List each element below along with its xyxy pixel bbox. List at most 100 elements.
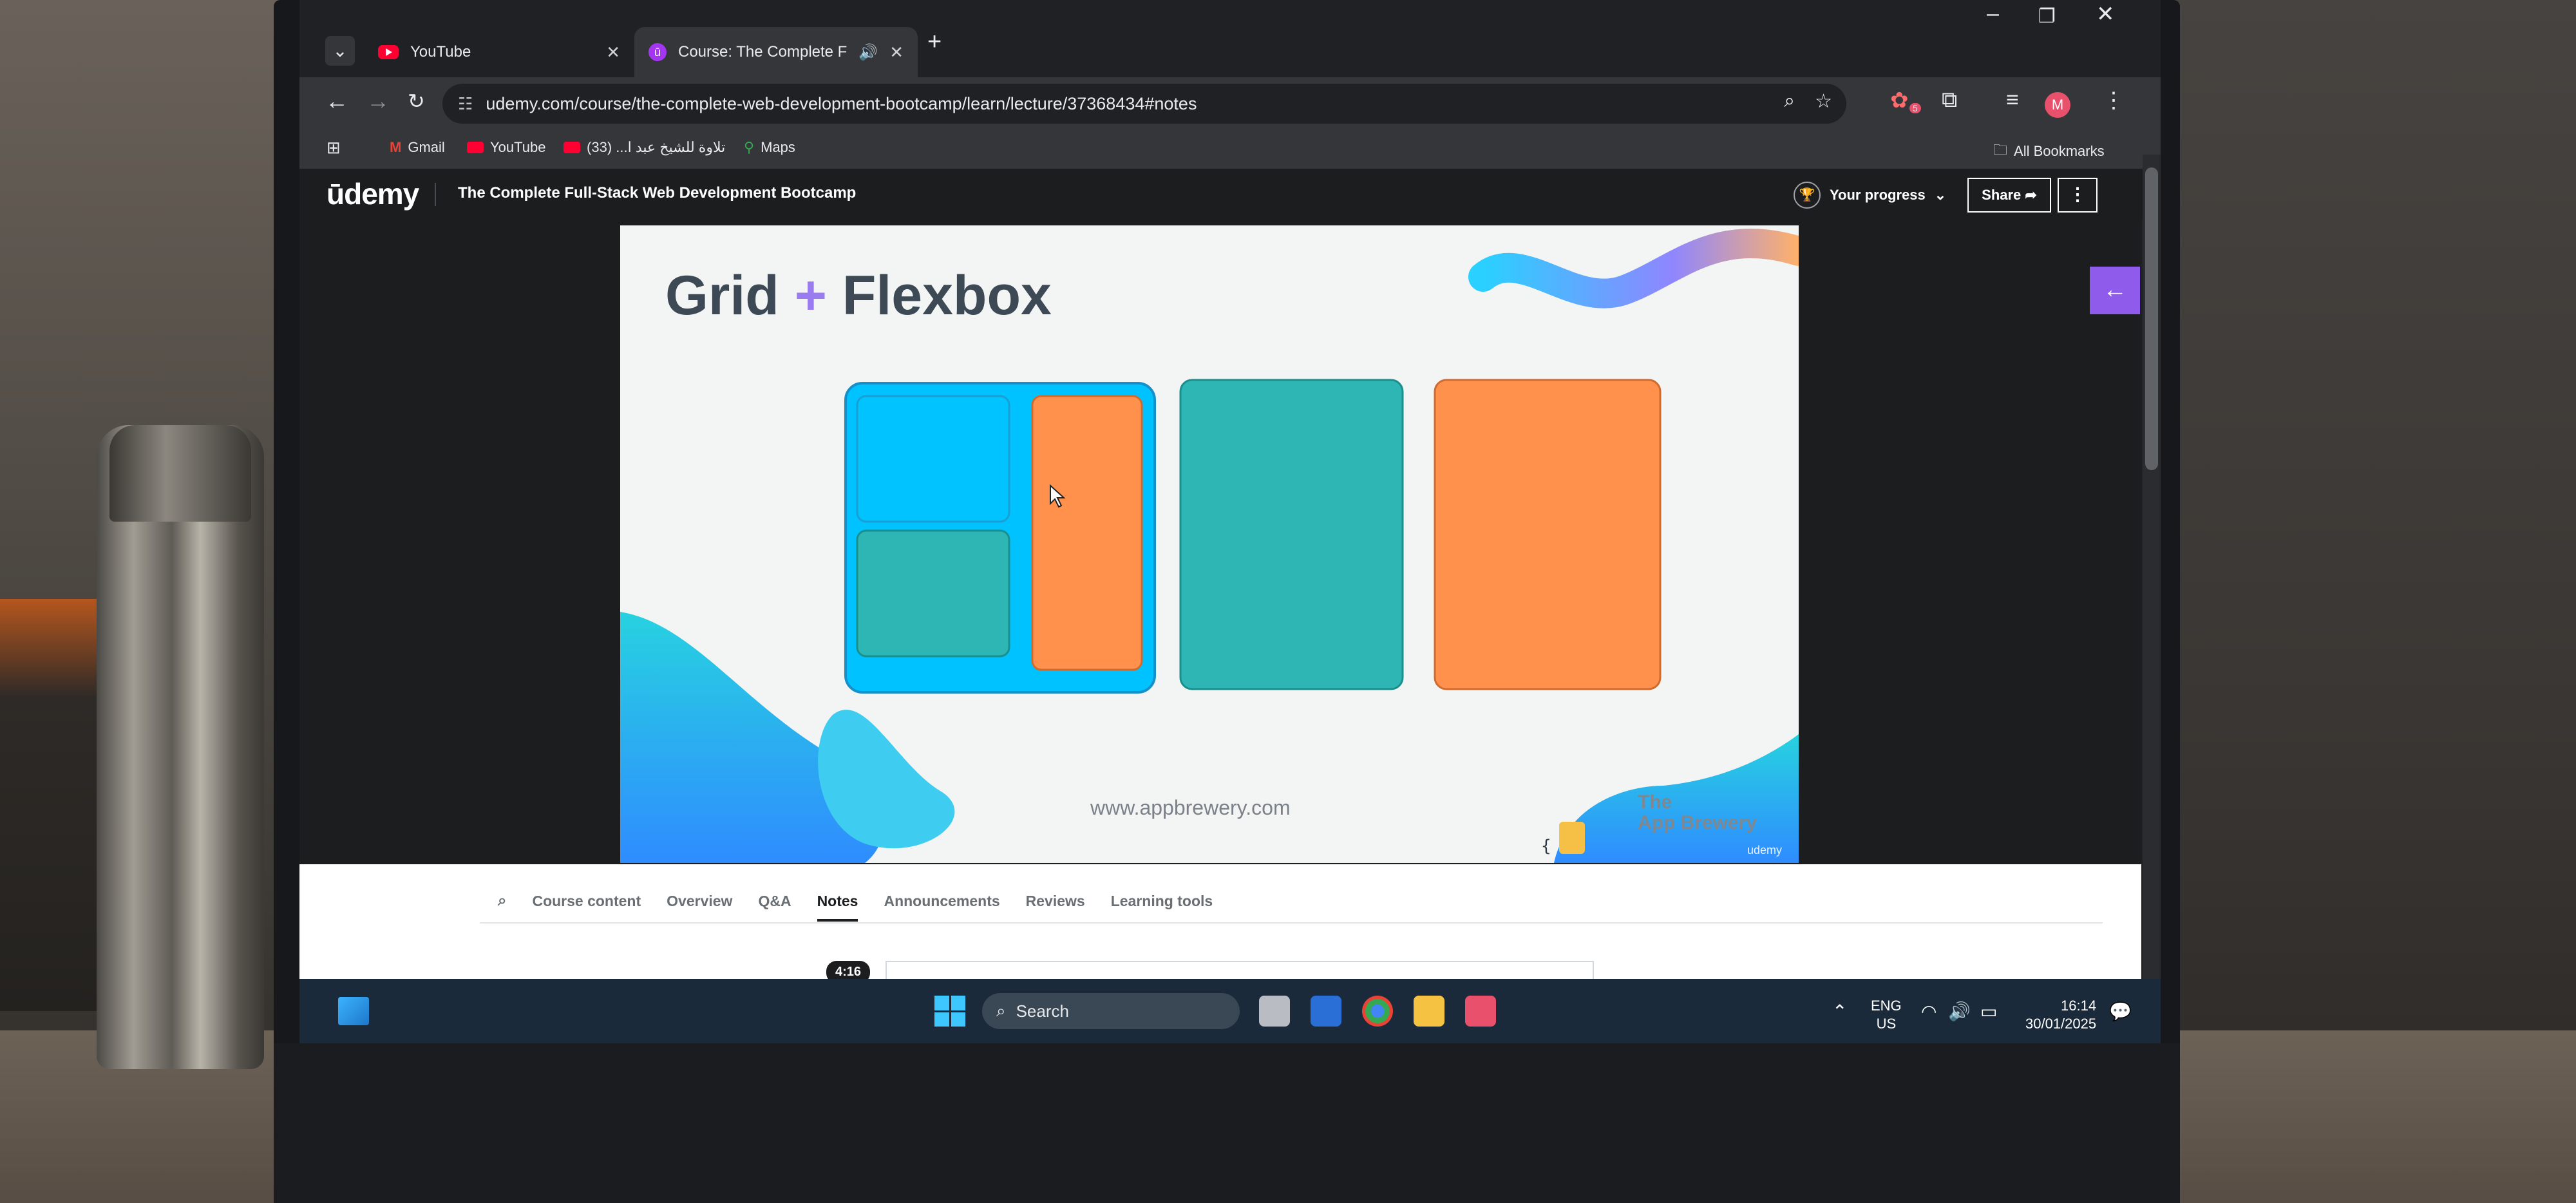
clock-date: 30/01/2025 bbox=[2025, 1016, 2097, 1032]
media-control-icon[interactable]: ≡ bbox=[2006, 88, 2019, 113]
all-bookmarks[interactable]: 🗀 All Bookmarks bbox=[1993, 139, 2105, 164]
slide-website: www.appbrewery.com bbox=[1090, 796, 1291, 819]
youtube-favicon-icon bbox=[378, 45, 399, 59]
address-text: udemy.com/course/the-complete-web-develo… bbox=[486, 93, 1197, 113]
restore-button[interactable]: ❐ bbox=[2038, 5, 2056, 28]
tab-course-content[interactable]: Course content bbox=[532, 893, 641, 910]
taskbar-search-label: Search bbox=[1016, 1001, 1069, 1021]
close-tab-icon[interactable]: ✕ bbox=[889, 43, 904, 62]
thermos-lid bbox=[109, 425, 251, 522]
tab-overview[interactable]: Overview bbox=[667, 893, 732, 910]
file-explorer-icon[interactable] bbox=[1414, 996, 1444, 1027]
wifi-icon[interactable]: ◠ bbox=[1921, 1001, 1937, 1022]
close-window-button[interactable]: ✕ bbox=[2096, 1, 2115, 27]
share-label: Share bbox=[1982, 187, 2022, 203]
room-background-right bbox=[2151, 0, 2576, 1203]
more-options-button[interactable]: ⋮ bbox=[2058, 178, 2098, 213]
scrollbar-thumb[interactable] bbox=[2145, 167, 2158, 470]
battery-icon[interactable]: ▭ bbox=[1980, 1001, 1997, 1022]
browser-tabstrip: ⌄ YouTube ✕ ū Course: The Complete Full-… bbox=[299, 0, 2161, 77]
brand-line2: App Brewery bbox=[1638, 812, 1757, 833]
tab-udemy-course[interactable]: ū Course: The Complete Full- 🔊 ✕ bbox=[634, 27, 918, 77]
extension-badge: 5 bbox=[1909, 103, 1921, 113]
header-divider bbox=[435, 183, 436, 206]
chrome-icon[interactable] bbox=[1362, 996, 1393, 1027]
bookmark-label: YouTube bbox=[490, 139, 546, 155]
udemy-logo[interactable]: ūdemy bbox=[327, 176, 419, 211]
youtube-icon bbox=[467, 142, 484, 153]
windows-start-icon[interactable] bbox=[934, 996, 965, 1027]
widgets-icon[interactable] bbox=[338, 997, 369, 1025]
collapse-sidebar-button[interactable]: ← bbox=[2090, 267, 2140, 314]
page-scrollbar[interactable] bbox=[2143, 155, 2161, 1043]
progress-dropdown[interactable]: 🏆 Your progress ⌄ bbox=[1794, 182, 1946, 209]
app-icon[interactable] bbox=[1311, 996, 1341, 1027]
tab-learning-tools[interactable]: Learning tools bbox=[1111, 893, 1213, 910]
bookmark-quran[interactable]: تلاوة للشيخ عبد ا... (33) bbox=[564, 139, 725, 156]
extension-icon[interactable]: ✿ bbox=[1890, 88, 1909, 113]
share-button[interactable]: Share ➦ bbox=[1967, 178, 2051, 213]
bookmark-maps[interactable]: ⚲ Maps bbox=[744, 139, 795, 156]
slide-title-flexbox: Flexbox bbox=[842, 265, 1052, 327]
brewery-glass-icon bbox=[1559, 822, 1585, 854]
app-icon[interactable] bbox=[1465, 996, 1496, 1027]
udemy-watermark: udemy bbox=[1747, 844, 1783, 857]
extensions-puzzle-icon[interactable]: ⧉ bbox=[1942, 88, 1957, 113]
app-brewery-logo: The App Brewery bbox=[1638, 792, 1757, 833]
tab-youtube[interactable]: YouTube ✕ bbox=[364, 27, 634, 77]
forward-button[interactable]: → bbox=[366, 88, 390, 115]
minimize-button[interactable]: – bbox=[1987, 1, 1999, 26]
zoom-icon[interactable]: ⌕ bbox=[1784, 90, 1795, 112]
taskbar-search[interactable]: ⌕ Search bbox=[982, 993, 1240, 1029]
new-tab-button[interactable]: + bbox=[927, 28, 942, 56]
bookmark-gmail[interactable]: M Gmail bbox=[390, 139, 445, 156]
bookmark-star-icon[interactable]: ☆ bbox=[1815, 90, 1832, 113]
language-indicator[interactable]: ENG US bbox=[1871, 997, 1902, 1033]
flex-item bbox=[1179, 379, 1404, 690]
tab-reviews[interactable]: Reviews bbox=[1026, 893, 1085, 910]
volume-icon[interactable]: 🔊 bbox=[1948, 1001, 1971, 1022]
tab-title: YouTube bbox=[410, 43, 471, 61]
background-object bbox=[0, 599, 103, 1011]
trophy-icon: 🏆 bbox=[1794, 182, 1821, 209]
address-bar[interactable]: ☷ udemy.com/course/the-complete-web-deve… bbox=[442, 84, 1846, 124]
gmail-icon: M bbox=[390, 139, 402, 155]
maps-pin-icon: ⚲ bbox=[744, 139, 755, 155]
tab-notes[interactable]: Notes bbox=[817, 881, 858, 922]
lecture-slide: { Grid + Flexbox www.appbrewery.com The … bbox=[620, 225, 1799, 863]
code-brace-icon: { bbox=[1541, 837, 1551, 856]
lang-line2: US bbox=[1876, 1016, 1897, 1032]
grid-cell bbox=[856, 529, 1010, 658]
slide-title-plus: + bbox=[794, 265, 827, 327]
bookmark-label: Maps bbox=[761, 139, 795, 155]
search-icon: ⌕ bbox=[996, 1001, 1006, 1020]
bookmark-label: تلاوة للشيخ عبد ا... (33) bbox=[587, 139, 726, 155]
back-button[interactable]: ← bbox=[325, 88, 348, 115]
clock[interactable]: 16:14 30/01/2025 bbox=[2025, 997, 2096, 1033]
close-tab-icon[interactable]: ✕ bbox=[606, 43, 620, 62]
laptop-screen: ⌄ YouTube ✕ ū Course: The Complete Full-… bbox=[299, 0, 2161, 1043]
flex-item bbox=[1434, 379, 1662, 690]
tab-search-button[interactable]: ⌄ bbox=[325, 36, 355, 66]
site-info-icon[interactable]: ☷ bbox=[458, 94, 473, 114]
lang-line1: ENG bbox=[1871, 998, 1902, 1014]
udemy-header: ūdemy The Complete Full-Stack Web Develo… bbox=[299, 169, 2161, 220]
profile-avatar[interactable]: M bbox=[2045, 90, 2070, 118]
notification-icon[interactable]: 💬 bbox=[2109, 1001, 2132, 1022]
udemy-favicon-icon: ū bbox=[649, 43, 667, 61]
audio-playing-icon[interactable]: 🔊 bbox=[858, 43, 878, 62]
apps-grid-icon[interactable]: ⊞ bbox=[327, 138, 341, 158]
show-hidden-icons-icon[interactable]: ⌃ bbox=[1832, 1001, 1847, 1022]
course-title[interactable]: The Complete Full-Stack Web Development … bbox=[458, 184, 856, 202]
chrome-menu-icon[interactable]: ⋮ bbox=[2103, 88, 2125, 113]
tab-announcements[interactable]: Announcements bbox=[884, 893, 999, 910]
all-bookmarks-label: All Bookmarks bbox=[2014, 143, 2105, 159]
brand-line1: The bbox=[1638, 791, 1672, 813]
search-icon[interactable]: ⌕ bbox=[498, 892, 506, 910]
browser-toolbar: ← → ↻ ☷ udemy.com/course/the-complete-we… bbox=[299, 77, 2161, 130]
bookmark-youtube[interactable]: YouTube bbox=[467, 139, 545, 156]
youtube-icon bbox=[564, 142, 580, 153]
reload-button[interactable]: ↻ bbox=[408, 89, 425, 113]
tab-qa[interactable]: Q&A bbox=[758, 893, 791, 910]
task-view-icon[interactable] bbox=[1259, 996, 1290, 1027]
